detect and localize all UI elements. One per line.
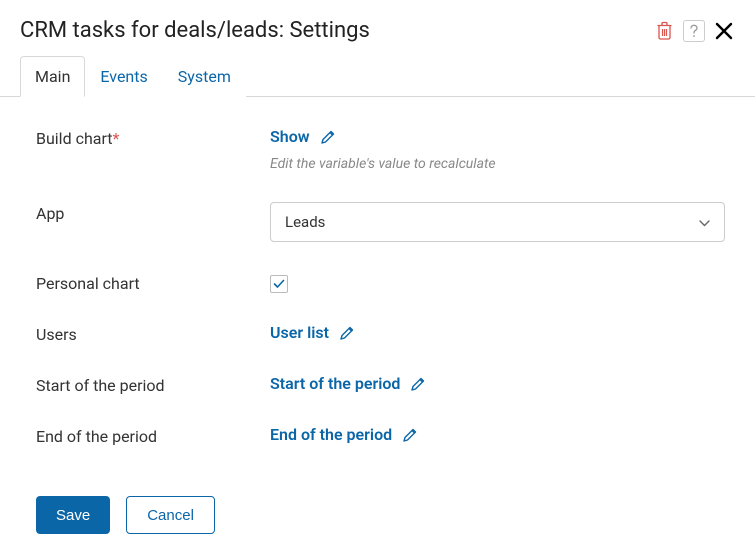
help-icon[interactable] [683, 20, 705, 42]
end-period-value[interactable]: End of the period [270, 425, 418, 444]
field-start-period: Start of the period Start of the period [36, 374, 725, 395]
personal-chart-value-col [270, 272, 725, 293]
personal-chart-checkbox[interactable] [270, 275, 288, 293]
build-chart-value-col: Show Edit the variable's value to recalc… [270, 127, 725, 172]
end-period-label: End of the period [36, 425, 270, 446]
build-chart-value[interactable]: Show [270, 127, 336, 146]
save-button[interactable]: Save [36, 496, 110, 534]
start-period-value-col: Start of the period [270, 374, 725, 393]
delete-icon[interactable] [653, 20, 675, 42]
close-icon[interactable] [713, 20, 735, 42]
build-chart-label: Build chart* [36, 127, 270, 148]
cancel-button[interactable]: Cancel [126, 496, 215, 534]
end-period-value-col: End of the period [270, 425, 725, 444]
required-marker: * [113, 129, 120, 148]
pencil-icon[interactable] [410, 376, 426, 392]
tab-events[interactable]: Events [85, 56, 162, 97]
app-label: App [36, 202, 270, 223]
app-value-col: Leads [270, 202, 725, 242]
tabs: Main Events System [0, 55, 755, 97]
start-period-label: Start of the period [36, 374, 270, 395]
field-build-chart: Build chart* Show Edit the variable's va… [36, 127, 725, 172]
pencil-icon[interactable] [320, 129, 336, 145]
users-label: Users [36, 323, 270, 344]
label-text: Build chart [36, 129, 113, 148]
tab-system[interactable]: System [163, 56, 246, 97]
field-app: App Leads [36, 202, 725, 242]
personal-chart-label: Personal chart [36, 272, 270, 293]
app-select[interactable]: Leads [270, 202, 725, 242]
header-actions [653, 20, 735, 42]
chevron-down-icon [699, 213, 710, 231]
dialog-title: CRM tasks for deals/leads: Settings [20, 18, 370, 43]
pencil-icon[interactable] [339, 325, 355, 341]
users-text: User list [270, 323, 329, 342]
build-chart-hint: Edit the variable's value to recalculate [270, 156, 725, 172]
start-period-text: Start of the period [270, 374, 400, 393]
users-value[interactable]: User list [270, 323, 355, 342]
field-personal-chart: Personal chart [36, 272, 725, 293]
dialog-footer: Save Cancel [0, 496, 755, 534]
dialog-header: CRM tasks for deals/leads: Settings [0, 0, 755, 55]
users-value-col: User list [270, 323, 725, 342]
field-end-period: End of the period End of the period [36, 425, 725, 446]
settings-form: Build chart* Show Edit the variable's va… [0, 97, 755, 496]
end-period-text: End of the period [270, 425, 392, 444]
app-select-value: Leads [285, 213, 325, 231]
start-period-value[interactable]: Start of the period [270, 374, 426, 393]
tab-main[interactable]: Main [20, 56, 85, 97]
field-users: Users User list [36, 323, 725, 344]
pencil-icon[interactable] [402, 427, 418, 443]
build-chart-text: Show [270, 127, 310, 146]
